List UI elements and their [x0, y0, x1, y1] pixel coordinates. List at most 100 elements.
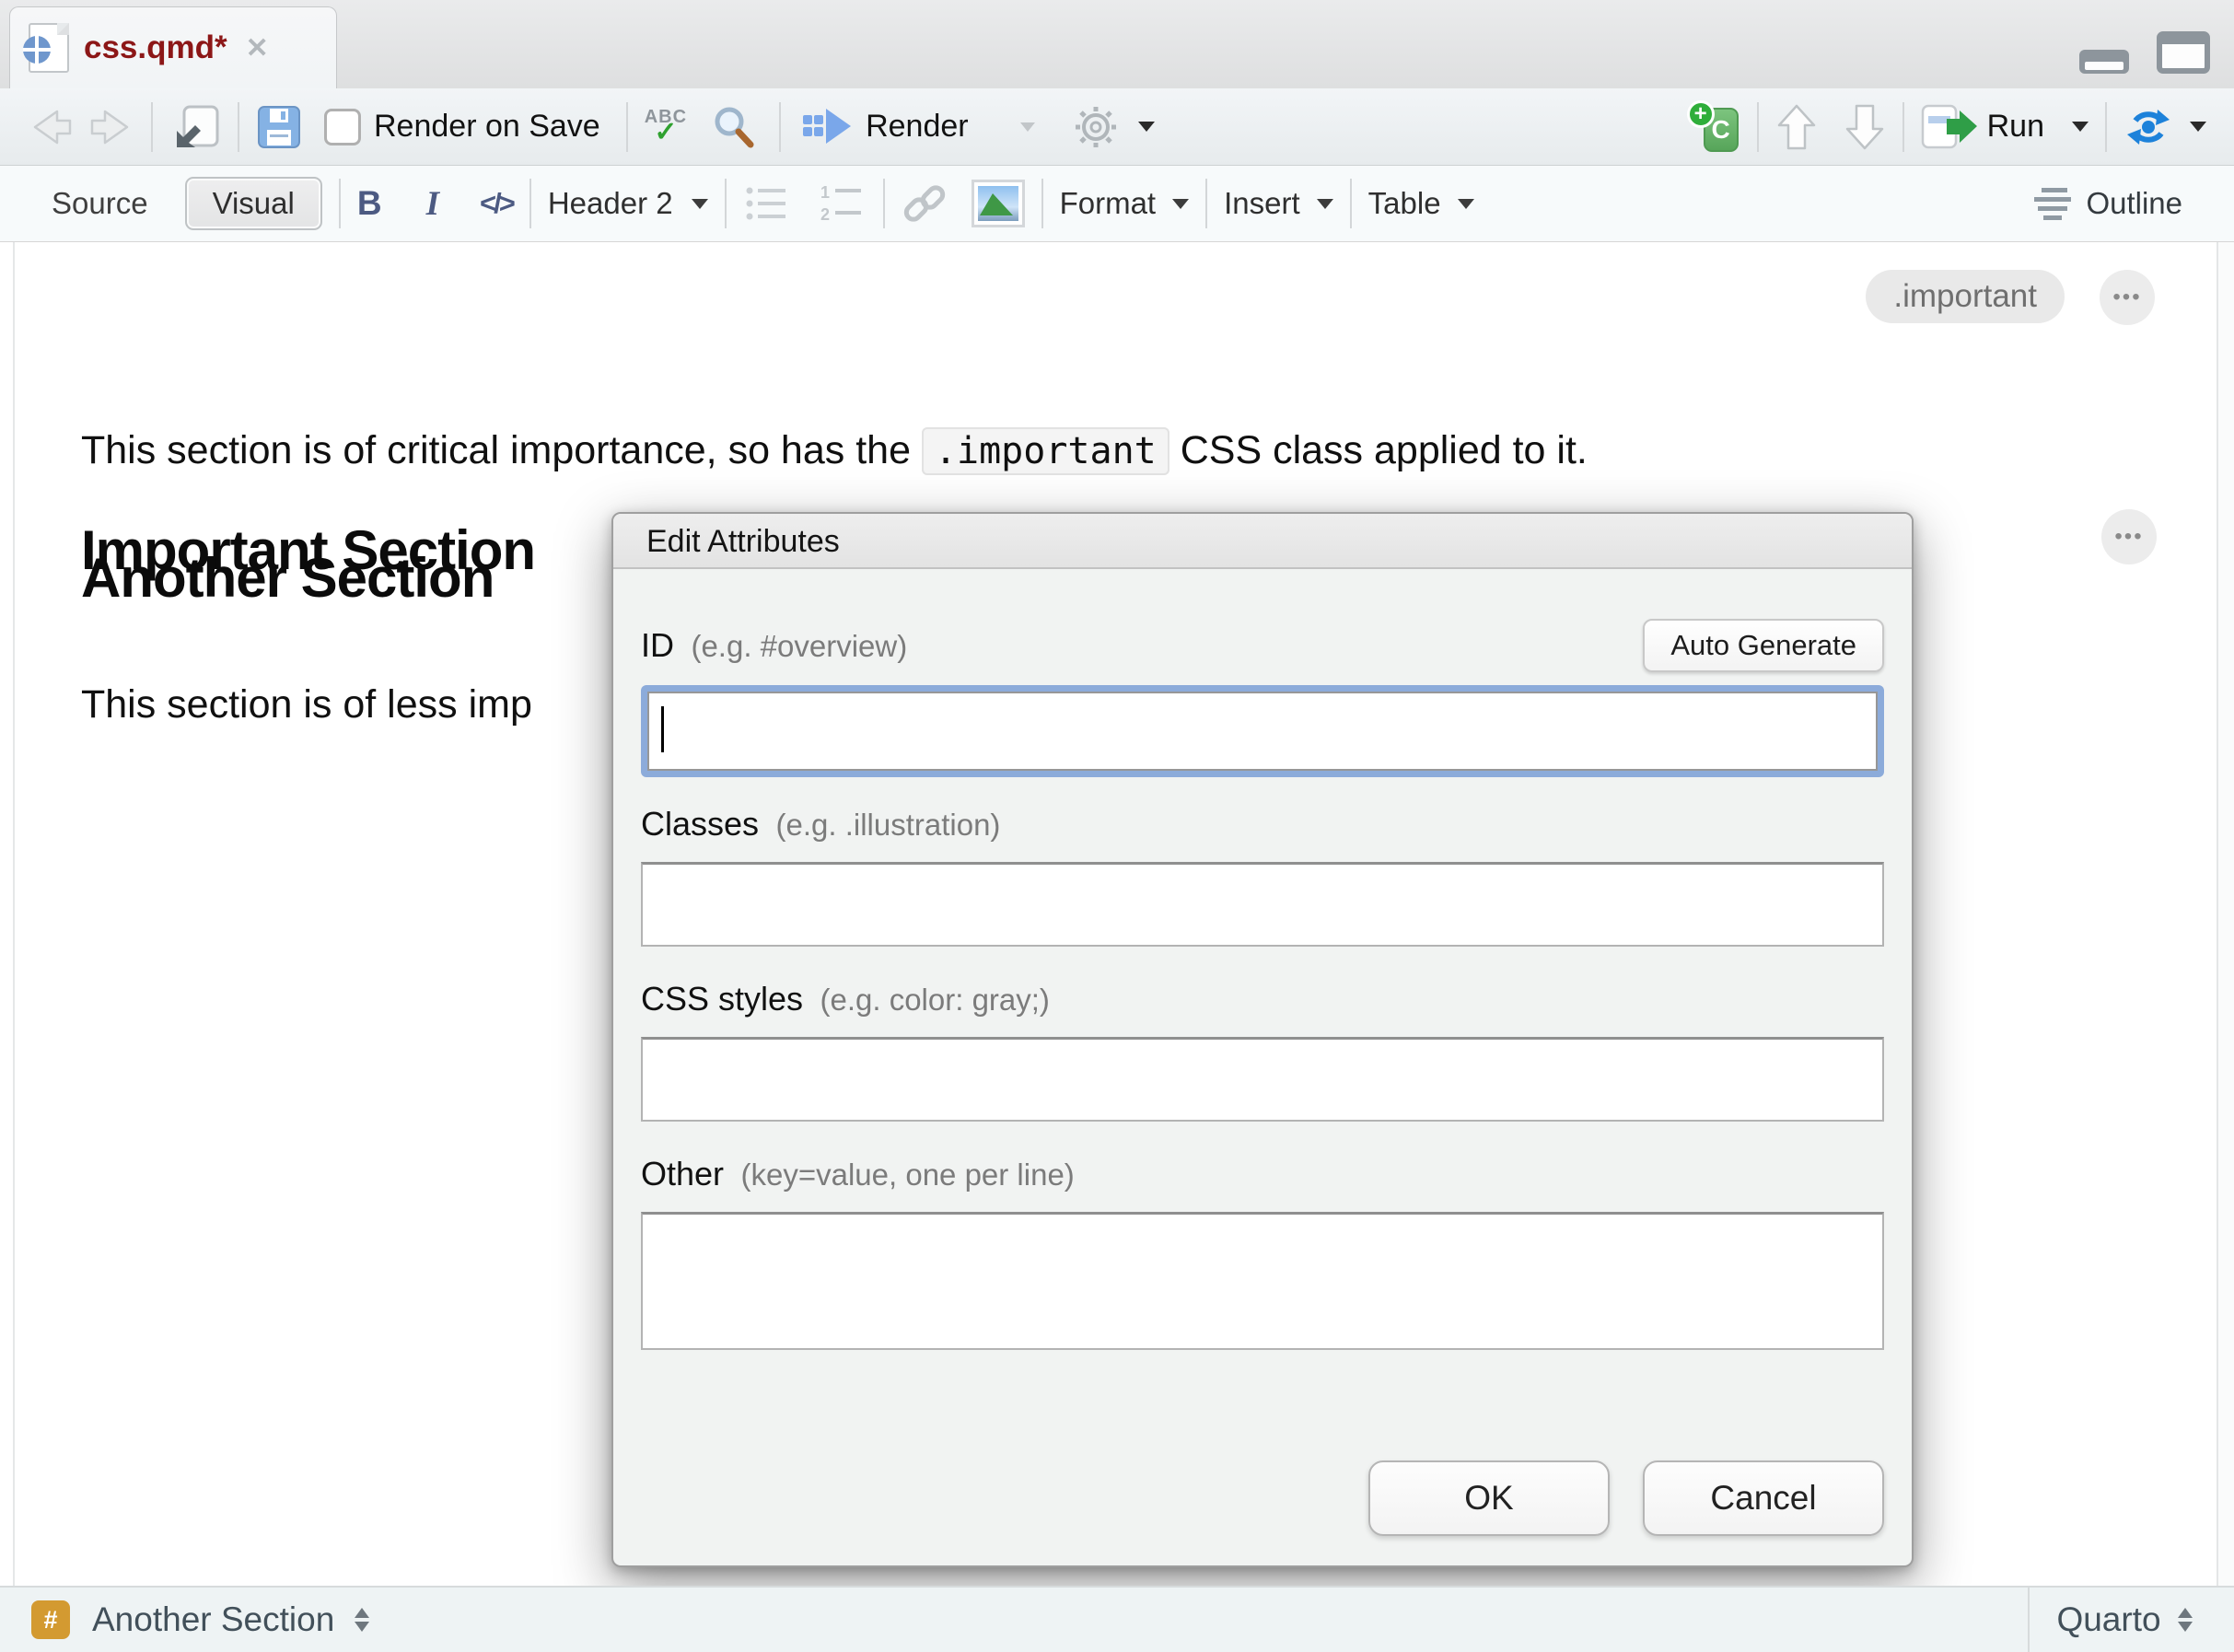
divider: [1350, 179, 1352, 228]
id-hint: (e.g. #overview): [691, 629, 907, 663]
auto-generate-button[interactable]: Auto Generate: [1643, 619, 1884, 672]
bold-button[interactable]: B: [357, 184, 382, 223]
dialog-footer: OK Cancel: [1368, 1460, 1884, 1536]
status-bar: # Another Section Quarto: [0, 1586, 2234, 1652]
visual-mode-button[interactable]: Visual: [185, 177, 322, 230]
numbered-list-icon[interactable]: 1 2: [819, 183, 867, 224]
classes-label-row: Classes (e.g. .illustration): [641, 805, 1884, 843]
rerun-icon[interactable]: [2123, 105, 2173, 149]
maximize-icon[interactable]: [2157, 31, 2210, 74]
dialog-title: Edit Attributes: [613, 514, 1912, 569]
tab-bar: css.qmd* ✕: [0, 0, 2234, 89]
save-icon[interactable]: [256, 104, 302, 150]
heading-hash-icon: #: [31, 1600, 70, 1639]
run-button[interactable]: Run: [1987, 109, 2044, 145]
divider: [529, 179, 531, 228]
tab-title: css.qmd*: [84, 29, 227, 66]
paragraph-2[interactable]: This section is of less imp: [81, 682, 532, 727]
css-styles-label: CSS styles: [641, 980, 803, 1018]
forward-icon[interactable]: [87, 104, 134, 150]
class-badge: .important: [1866, 270, 2065, 323]
cancel-button[interactable]: Cancel: [1643, 1460, 1884, 1536]
format-menu[interactable]: Format: [1060, 186, 1157, 221]
block-format-select[interactable]: Header 2: [548, 186, 673, 221]
divider: [725, 179, 727, 228]
quarto-file-icon: [29, 23, 69, 73]
rerun-dropdown-icon[interactable]: [2190, 122, 2206, 132]
table-menu[interactable]: Table: [1368, 186, 1441, 221]
image-icon[interactable]: [972, 180, 1025, 227]
other-label: Other: [641, 1155, 724, 1192]
text-caret: [661, 706, 664, 752]
format-mode-selector[interactable]: Quarto: [2028, 1588, 2219, 1652]
gear-dropdown-icon[interactable]: [1138, 122, 1155, 132]
search-icon[interactable]: [711, 104, 757, 150]
divider: [238, 102, 239, 152]
editor-scrollbar[interactable]: [2217, 242, 2234, 1586]
spellcheck-icon[interactable]: ABC ✓: [645, 108, 687, 146]
divider: [626, 102, 628, 152]
insert-menu[interactable]: Insert: [1224, 186, 1300, 221]
run-icon[interactable]: [1921, 103, 1980, 151]
section-options-icon[interactable]: •••: [2100, 270, 2155, 325]
updown-icon: [2178, 1608, 2193, 1632]
divider: [883, 179, 885, 228]
id-input[interactable]: [649, 693, 1876, 769]
block-format-dropdown-icon[interactable]: [692, 199, 708, 209]
inline-code-chip: .important: [922, 427, 1169, 475]
checkbox-unchecked[interactable]: [324, 109, 361, 145]
main-toolbar: Render on Save ABC ✓ Render: [0, 88, 2234, 166]
divider: [779, 102, 781, 152]
render-icon[interactable]: [801, 107, 853, 147]
other-textarea[interactable]: [641, 1212, 1884, 1350]
source-mode-button[interactable]: Source: [52, 186, 148, 221]
ok-button[interactable]: OK: [1368, 1460, 1610, 1536]
go-to-previous-chunk-icon[interactable]: [1775, 102, 1818, 152]
heading-another-section[interactable]: Another Section: [81, 546, 494, 610]
minimize-icon[interactable]: [2079, 50, 2129, 74]
divider: [1041, 179, 1043, 228]
divider: [1205, 179, 1207, 228]
render-button[interactable]: Render: [866, 109, 969, 145]
gear-icon[interactable]: [1074, 105, 1118, 149]
back-icon[interactable]: [28, 104, 76, 150]
css-styles-hint: (e.g. color: gray;): [820, 983, 1050, 1017]
outline-icon[interactable]: [2034, 185, 2075, 222]
outline-toggle[interactable]: Outline: [2086, 186, 2182, 221]
format-dropdown-icon[interactable]: [1172, 199, 1189, 209]
classes-label: Classes: [641, 805, 759, 843]
italic-button[interactable]: I: [426, 184, 439, 224]
go-to-next-chunk-icon[interactable]: [1844, 102, 1886, 152]
inline-code-button[interactable]: </>: [480, 187, 513, 220]
other-label-row: Other (key=value, one per line): [641, 1155, 1884, 1193]
svg-text:1: 1: [820, 183, 830, 202]
gutter-line: [13, 242, 15, 1586]
css-styles-input[interactable]: [641, 1037, 1884, 1122]
outline-location-selector[interactable]: # Another Section: [0, 1600, 369, 1639]
divider: [151, 102, 153, 152]
edit-attributes-dialog: Edit Attributes ID (e.g. #overview) Auto…: [611, 512, 1914, 1567]
table-dropdown-icon[interactable]: [1458, 199, 1474, 209]
id-label: ID: [641, 626, 674, 664]
divider: [1757, 102, 1759, 152]
render-dropdown-icon[interactable]: [1020, 122, 1035, 132]
current-section-label: Another Section: [92, 1600, 334, 1639]
link-icon[interactable]: [902, 180, 948, 227]
section-options-icon[interactable]: •••: [2101, 509, 2157, 564]
render-on-save-checkbox[interactable]: Render on Save: [324, 109, 600, 145]
insert-chunk-icon[interactable]: C +: [1687, 100, 1740, 154]
bullet-list-icon[interactable]: [743, 183, 791, 224]
tab-css-qmd[interactable]: css.qmd* ✕: [9, 6, 337, 88]
css-label-row: CSS styles (e.g. color: gray;): [641, 980, 1884, 1018]
format-toolbar: Source Visual B I </> Header 2 1 2 Forma…: [0, 166, 2234, 242]
close-icon[interactable]: ✕: [246, 32, 269, 64]
format-mode-label: Quarto: [2056, 1600, 2160, 1639]
updown-icon: [355, 1608, 369, 1632]
classes-input[interactable]: [641, 862, 1884, 947]
paragraph-1[interactable]: This section is of critical importance, …: [81, 428, 1588, 473]
open-in-new-window-icon[interactable]: [169, 103, 221, 151]
run-dropdown-icon[interactable]: [2072, 122, 2089, 132]
insert-dropdown-icon[interactable]: [1317, 199, 1333, 209]
svg-text:2: 2: [820, 205, 830, 224]
other-hint: (key=value, one per line): [741, 1158, 1075, 1192]
